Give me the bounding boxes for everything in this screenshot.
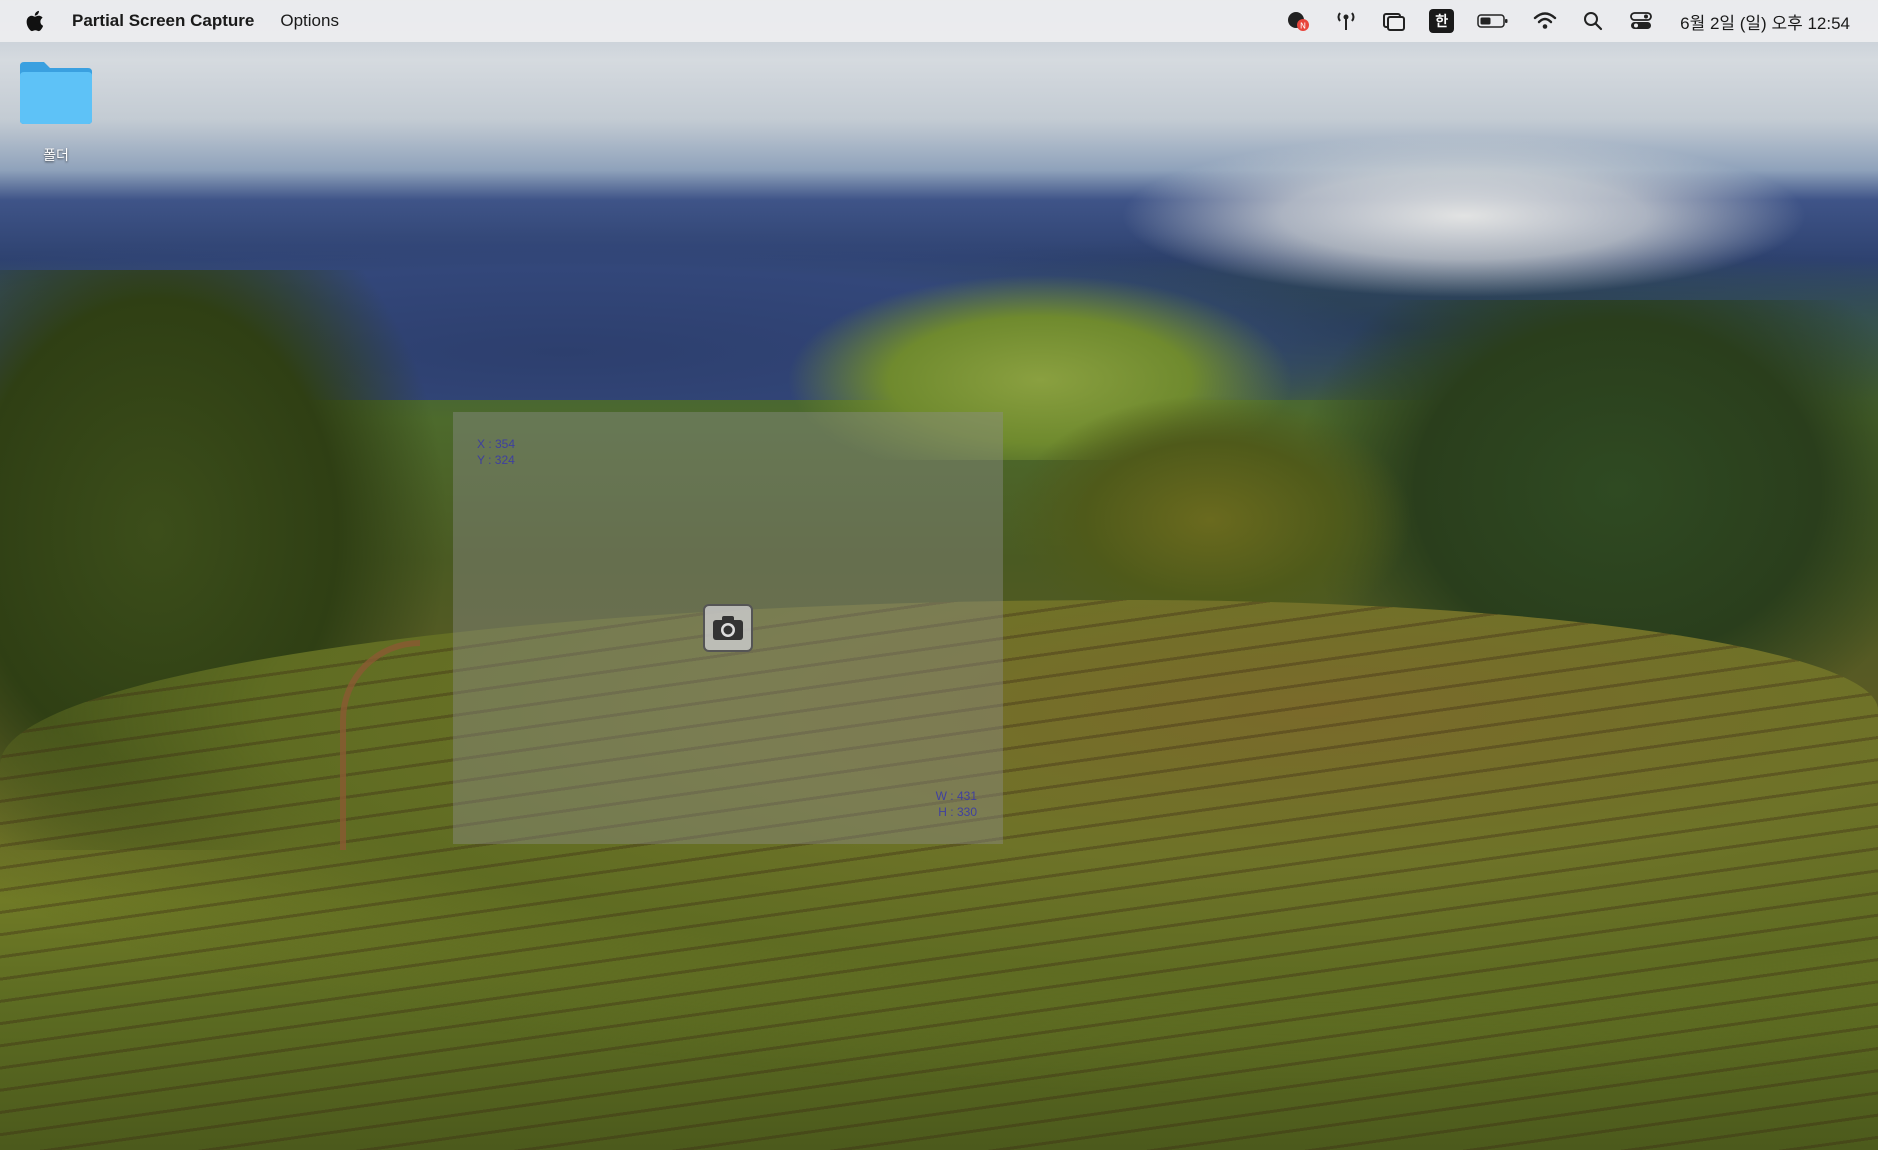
search-icon[interactable] (1580, 8, 1606, 34)
selection-origin-readout: X : 354 Y : 324 (477, 436, 515, 468)
origin-y-label: Y : 324 (477, 453, 515, 467)
input-method-icon[interactable]: 한 (1429, 9, 1455, 33)
window-stack-icon[interactable] (1381, 8, 1407, 34)
desktop-folder[interactable]: 폴더 (14, 58, 98, 165)
control-center-icon[interactable] (1628, 8, 1654, 34)
folder-icon (20, 62, 92, 124)
menu-bar-status: N 한 6월 2일 (일) 오후 12:54 (1263, 8, 1850, 34)
origin-x-label: X : 354 (477, 437, 516, 451)
selection-size-readout: W : 431 H : 330 (936, 788, 977, 820)
notification-icon[interactable]: N (1285, 8, 1311, 34)
menu-bar-left: Partial Screen Capture Options (24, 9, 339, 33)
desktop: Partial Screen Capture Options N 한 6월 2일… (0, 0, 1878, 1150)
menu-bar: Partial Screen Capture Options N 한 6월 2일… (0, 0, 1878, 42)
app-name-menu[interactable]: Partial Screen Capture (72, 11, 254, 31)
capture-button[interactable] (703, 604, 753, 652)
battery-icon[interactable] (1476, 8, 1510, 34)
apple-icon[interactable] (24, 9, 46, 33)
capture-selection-area[interactable]: X : 354 Y : 324 W : 431 H : 330 (453, 412, 1003, 844)
menu-bar-clock[interactable]: 6월 2일 (일) 오후 12:54 (1680, 9, 1850, 34)
options-menu[interactable]: Options (280, 11, 339, 31)
antenna-icon[interactable] (1333, 8, 1359, 34)
folder-label: 폴더 (43, 147, 69, 163)
height-label: H : 330 (938, 805, 977, 819)
wifi-icon[interactable] (1532, 8, 1558, 34)
camera-icon (713, 616, 743, 640)
svg-text:N: N (1300, 22, 1306, 31)
width-label: W : 431 (935, 789, 977, 803)
